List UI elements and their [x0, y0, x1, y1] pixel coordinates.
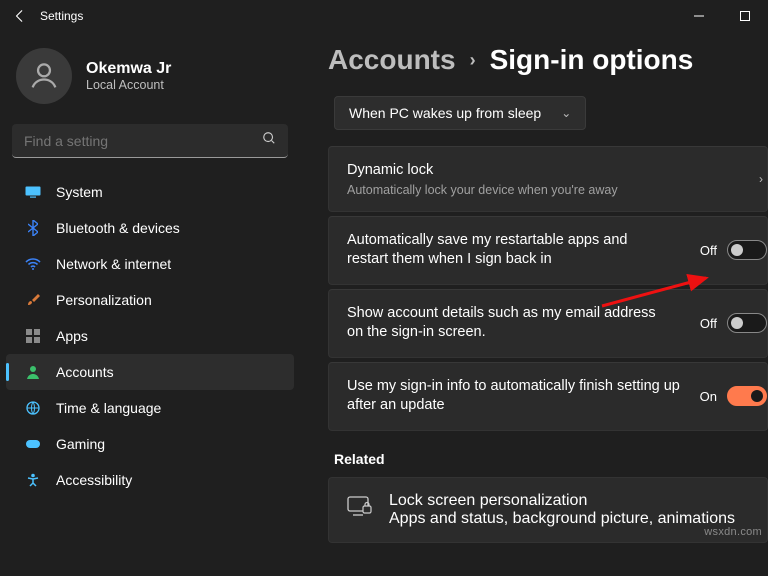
- sidebar-item-label: Accounts: [56, 364, 114, 380]
- sidebar-item-label: Time & language: [56, 400, 161, 416]
- dynamic-lock-title: Dynamic lock: [347, 161, 751, 181]
- lock-screen-title: Lock screen personalization: [389, 492, 735, 510]
- brush-icon: [24, 291, 42, 309]
- finish-setup-title: Use my sign-in info to automatically fin…: [347, 377, 687, 416]
- sidebar-item-bluetooth-devices[interactable]: Bluetooth & devices: [6, 210, 294, 246]
- restartable-title: Automatically save my restartable apps a…: [347, 231, 667, 270]
- apps-icon: [24, 327, 42, 345]
- sidebar-item-accounts[interactable]: Accounts: [6, 354, 294, 390]
- require-signin-dropdown[interactable]: When PC wakes up from sleep ⌄: [334, 96, 586, 130]
- sidebar-item-system[interactable]: System: [6, 174, 294, 210]
- sidebar-item-apps[interactable]: Apps: [6, 318, 294, 354]
- restartable-toggle[interactable]: [727, 240, 767, 260]
- sidebar-item-label: Network & internet: [56, 256, 171, 272]
- gaming-icon: [24, 435, 42, 453]
- chevron-down-icon: ⌄: [561, 106, 571, 120]
- dynamic-lock-card[interactable]: Dynamic lock Automatically lock your dev…: [328, 146, 768, 212]
- watermark: wsxdn.com: [704, 526, 762, 538]
- back-button[interactable]: [8, 4, 32, 28]
- maximize-button[interactable]: [722, 0, 768, 32]
- profile-block[interactable]: Okemwa Jr Local Account: [0, 40, 300, 120]
- restartable-state: Off: [700, 243, 717, 258]
- finish-setup-toggle[interactable]: [727, 386, 767, 406]
- minimize-button[interactable]: [676, 0, 722, 32]
- person-icon: [24, 363, 42, 381]
- globe-icon: [24, 399, 42, 417]
- account-details-card: Show account details such as my email ad…: [328, 289, 768, 358]
- monitor-lock-icon: [347, 496, 373, 523]
- dropdown-label: When PC wakes up from sleep: [349, 105, 541, 121]
- sidebar-item-label: System: [56, 184, 103, 200]
- sidebar-item-label: Apps: [56, 328, 88, 344]
- finish-setup-card: Use my sign-in info to automatically fin…: [328, 362, 768, 431]
- nav-list: System Bluetooth & devices Network & inter…: [0, 174, 300, 498]
- search-input[interactable]: [24, 133, 262, 149]
- sidebar-item-time-language[interactable]: Time & language: [6, 390, 294, 426]
- main-pane: Accounts › Sign-in options When PC wakes…: [300, 32, 768, 576]
- account-details-state: Off: [700, 316, 717, 331]
- sidebar-item-gaming[interactable]: Gaming: [6, 426, 294, 462]
- avatar: [16, 48, 72, 104]
- restartable-apps-card: Automatically save my restartable apps a…: [328, 216, 768, 285]
- accessibility-icon: [24, 471, 42, 489]
- search-field[interactable]: [12, 124, 288, 158]
- sidebar: Okemwa Jr Local Account System Bluetooth …: [0, 32, 300, 576]
- related-heading: Related: [334, 451, 768, 467]
- lock-screen-card[interactable]: Lock screen personalization Apps and sta…: [328, 477, 768, 543]
- sidebar-item-label: Personalization: [56, 292, 152, 308]
- dynamic-lock-sub: Automatically lock your device when you'…: [347, 183, 751, 197]
- finish-setup-state: On: [700, 389, 717, 404]
- account-details-toggle[interactable]: [727, 313, 767, 333]
- search-icon: [262, 131, 276, 150]
- breadcrumb-parent[interactable]: Accounts: [328, 44, 456, 76]
- chevron-right-icon: ›: [470, 50, 476, 71]
- user-name: Okemwa Jr: [86, 60, 171, 78]
- sidebar-item-accessibility[interactable]: Accessibility: [6, 462, 294, 498]
- sidebar-item-network-internet[interactable]: Network & internet: [6, 246, 294, 282]
- breadcrumb: Accounts › Sign-in options: [328, 44, 768, 76]
- wifi-icon: [24, 255, 42, 273]
- sidebar-item-personalization[interactable]: Personalization: [6, 282, 294, 318]
- bluetooth-icon: [24, 219, 42, 237]
- account-type: Local Account: [86, 78, 171, 92]
- breadcrumb-current: Sign-in options: [490, 44, 694, 76]
- monitor-icon: [24, 183, 42, 201]
- account-details-title: Show account details such as my email ad…: [347, 304, 667, 343]
- lock-screen-sub: Apps and status, background picture, ani…: [389, 510, 735, 528]
- sidebar-item-label: Bluetooth & devices: [56, 220, 180, 236]
- sidebar-item-label: Gaming: [56, 436, 105, 452]
- window-title: Settings: [40, 9, 83, 23]
- chevron-right-icon: ›: [759, 172, 763, 186]
- sidebar-item-label: Accessibility: [56, 472, 132, 488]
